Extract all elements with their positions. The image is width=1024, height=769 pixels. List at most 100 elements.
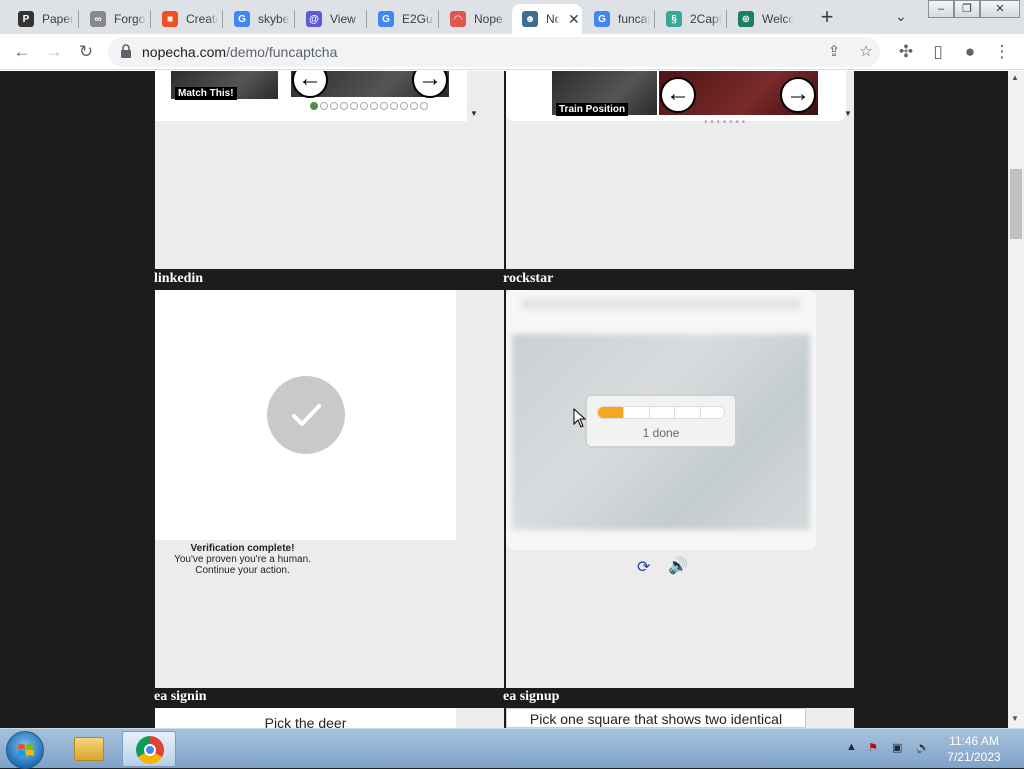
address-bar[interactable]: nopecha.com/demo/funcaptcha ⇪ ☆ [108, 37, 880, 67]
windows-taskbar: ▲ ⚑ ▣ 🔈 11:46 AM 7/21/2023 [0, 728, 1024, 769]
page-content: Match This! ← → ▼ Train Position ← → • •… [0, 71, 1008, 728]
tab-separator [294, 10, 295, 28]
checkmark-icon [292, 404, 321, 426]
tab-title: E2Guar [402, 12, 434, 26]
ea-signup-prompt: Pick one square that shows two identical [506, 708, 806, 728]
tab-4[interactable]: @ View [296, 4, 366, 34]
tray-expand-icon[interactable]: ▲ [846, 741, 857, 753]
browser-toolbar: ← → ↻ nopecha.com/demo/funcaptcha ⇪ ☆ ✣ … [0, 34, 1024, 70]
tab-title: 2Capt [690, 12, 722, 26]
action-center-flag-icon[interactable]: ⚑ [868, 741, 878, 754]
audio-speaker-icon[interactable]: 🔊 [668, 556, 688, 576]
tab-title: No [546, 12, 560, 26]
page-scrollbar[interactable]: ▲ ▼ [1008, 71, 1024, 728]
panel-ea-signup: Pick one square that shows two identical [506, 708, 854, 728]
nopecha-bot-icon: ☻ [522, 11, 538, 27]
page-dots [310, 102, 430, 113]
tab-0[interactable]: P Paper [8, 4, 78, 34]
taskbar-explorer-button[interactable] [62, 731, 116, 767]
reload-icon[interactable]: ↻ [76, 42, 96, 62]
twocaptcha-icon: § [666, 11, 682, 27]
rainbow-icon: ◠ [450, 11, 466, 27]
network-icon[interactable]: ▣ [892, 741, 902, 754]
tab-6[interactable]: ◠ Nope [440, 4, 510, 34]
close-tab-icon[interactable]: ✕ [568, 11, 580, 28]
label-linkedin: linkedin [154, 271, 204, 286]
label-ea-signup: ea signup [503, 689, 560, 704]
new-tab-button[interactable]: + [815, 6, 839, 30]
scroll-down-icon[interactable]: ▼ [1011, 714, 1019, 723]
panel-top-right: Train Position ← → • • • • • • • ▼ [506, 71, 854, 269]
link-icon: ∞ [90, 11, 106, 27]
tab-title: Nope [474, 12, 503, 26]
tab-1[interactable]: ∞ Forgot [80, 4, 150, 34]
tab-separator [654, 10, 655, 28]
label-rockstar: rockstar [503, 271, 554, 286]
google-icon: G [594, 11, 610, 27]
microsoft-icon: ■ [162, 11, 178, 27]
bookmark-star-icon[interactable]: ☆ [856, 42, 876, 62]
clock-date: 7/21/2023 [947, 750, 1001, 764]
tab-title: Forgot [114, 12, 146, 26]
scroll-up-icon[interactable]: ▲ [1011, 73, 1019, 82]
chrome-icon [136, 736, 164, 764]
back-arrow-icon[interactable]: ← [12, 42, 32, 62]
google-icon: G [234, 11, 250, 27]
rockstar-captcha-card: 1 done [506, 290, 816, 550]
verification-title: Verification complete! [190, 543, 295, 554]
lock-icon [121, 44, 131, 58]
close-window-button[interactable]: ✕ [980, 0, 1020, 18]
tab-title: Welco [762, 12, 794, 26]
tab-10[interactable]: ⊛ Welco [728, 4, 798, 34]
tab-title: Create [186, 12, 218, 26]
system-clock[interactable]: 11:46 AM 7/21/2023 [934, 733, 1014, 765]
taskbar-chrome-button[interactable] [122, 731, 176, 767]
label-ea-signin: ea signin [154, 689, 207, 704]
tab-title: Paper [42, 12, 74, 26]
minimize-button[interactable]: – [928, 0, 954, 18]
profile-avatar-icon[interactable]: ● [960, 42, 980, 62]
url-text: nopecha.com/demo/funcaptcha [142, 44, 338, 60]
scroll-thumb[interactable] [1010, 169, 1022, 239]
progress-fill [598, 407, 624, 418]
start-button[interactable] [6, 731, 44, 769]
panel-rockstar: 1 done ⟳ 🔊 [506, 290, 854, 688]
verification-card [155, 290, 456, 540]
captcha-card-top-left: Match This! ← → ▼ [155, 71, 478, 121]
menu-dots-icon[interactable]: ⋮ [992, 42, 1012, 62]
panel-linkedin: Verification complete! You've proven you… [155, 290, 504, 688]
tab-separator [150, 10, 151, 28]
prev-arrow-button-right[interactable]: ← [660, 77, 696, 113]
progress-text: 1 done [642, 426, 680, 440]
verification-message: Verification complete! You've proven you… [155, 543, 330, 576]
tab-title: skybet [258, 12, 290, 26]
volume-muted-icon[interactable]: 🔈 [916, 741, 930, 754]
forward-arrow-icon[interactable]: → [44, 42, 64, 62]
tab-search-chevron-icon[interactable]: ⌄ [895, 8, 907, 25]
folder-icon [74, 737, 104, 761]
tab-8[interactable]: Gfuncap [584, 4, 654, 34]
extensions-puzzle-icon[interactable]: ✣ [896, 42, 916, 62]
at-sign-icon: @ [306, 11, 322, 27]
tab-strip: + ⌄ – ❐ ✕ P Paper ∞ Forgot ■ Create Gskybet @ Vi… [0, 0, 1024, 34]
blurred-header [522, 298, 800, 310]
tab-2[interactable]: ■ Create [152, 4, 222, 34]
panel-ea-signin: Pick the deer [155, 708, 504, 728]
tab-separator [222, 10, 223, 28]
caret-down-icon-right[interactable]: ▼ [844, 109, 852, 118]
side-panel-icon[interactable]: ▯ [928, 42, 948, 62]
mouse-cursor-icon [573, 408, 587, 428]
share-icon[interactable]: ⇪ [824, 42, 844, 62]
paper-mascot-icon: P [18, 11, 34, 27]
openai-icon: ⊛ [738, 11, 754, 27]
caret-down-icon[interactable]: ▼ [470, 109, 478, 118]
tab-5[interactable]: G E2Guar [368, 4, 438, 34]
tab-7[interactable]: ☻ No ✕ [512, 4, 582, 34]
tab-9[interactable]: § 2Capt [656, 4, 726, 34]
next-arrow-button-right[interactable]: → [780, 77, 816, 113]
restore-button[interactable]: ❐ [954, 0, 980, 18]
train-position-caption: Train Position [556, 103, 629, 116]
tab-3[interactable]: Gskybet [224, 4, 294, 34]
refresh-icon[interactable]: ⟳ [637, 557, 650, 577]
panel-top-left: Match This! ← → ▼ [155, 71, 504, 269]
